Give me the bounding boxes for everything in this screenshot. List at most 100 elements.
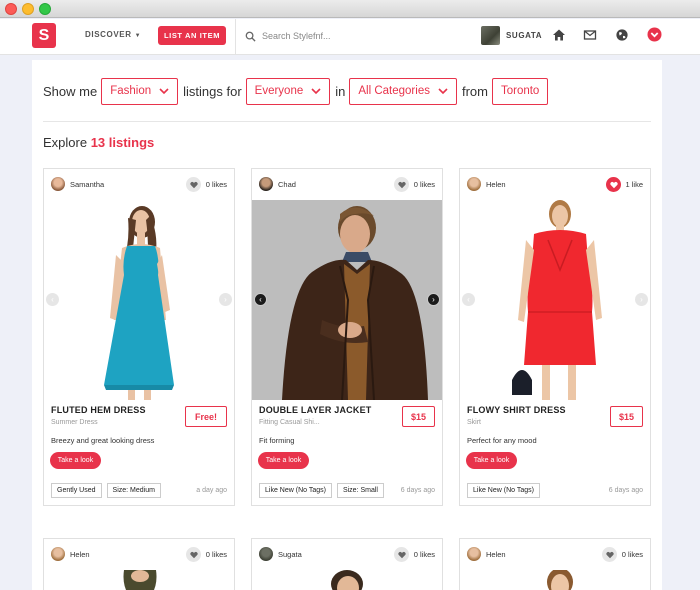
next-photo-button[interactable]: ›: [635, 293, 648, 306]
take-a-look-button[interactable]: Take a look: [466, 452, 517, 469]
seller-avatar[interactable]: [467, 177, 481, 191]
like-count: 0 likes: [621, 550, 643, 559]
condition-tag: Like New (No Tags): [467, 483, 540, 498]
like-button[interactable]: [394, 177, 409, 192]
listing-subtitle: Summer Dress: [51, 419, 98, 426]
like-button[interactable]: [602, 547, 617, 562]
heart-icon: [397, 551, 406, 558]
next-photo-button[interactable]: ›: [219, 293, 232, 306]
subcategory-filter-value: All Categories: [358, 85, 430, 97]
product-photo[interactable]: [252, 570, 442, 590]
product-photo[interactable]: ‹ ›: [460, 200, 650, 400]
listing-description: Perfect for any mood: [467, 436, 537, 445]
listing-subtitle: Fitting Casual Shi...: [259, 419, 320, 426]
close-window-button[interactable]: [5, 3, 17, 15]
listing-age: 6 days ago: [608, 487, 643, 494]
product-image: [331, 570, 363, 590]
listing-description: Breezy and great looking dress: [51, 436, 155, 445]
listing-card[interactable]: Sugata 0 likes: [251, 538, 443, 590]
product-photo[interactable]: ‹ ›: [44, 200, 234, 400]
seller-name[interactable]: Helen: [70, 550, 90, 559]
heart-icon: [189, 181, 198, 188]
leather-jacket-image: [252, 200, 442, 400]
like-button[interactable]: [394, 547, 409, 562]
listing-card[interactable]: Samantha 0 likes ‹ › FLUTED HEM DRESS Su…: [43, 168, 235, 506]
seller-avatar[interactable]: [51, 547, 65, 561]
heart-icon: [397, 181, 406, 188]
previous-photo-button[interactable]: ‹: [46, 293, 59, 306]
seller-avatar[interactable]: [51, 177, 65, 191]
user-avatar[interactable]: [481, 26, 500, 45]
previous-photo-button[interactable]: ‹: [462, 293, 475, 306]
seller-avatar[interactable]: [467, 547, 481, 561]
red-dress-image: [512, 200, 602, 400]
search-input[interactable]: [262, 28, 452, 44]
previous-photo-button[interactable]: ‹: [254, 293, 267, 306]
explore-prefix: Explore: [43, 135, 88, 150]
nav-divider: [235, 19, 236, 55]
condition-tag: Gently Used: [51, 483, 102, 498]
subcategory-filter[interactable]: All Categories: [349, 77, 457, 105]
tag-list: Like New (No Tags) Size: Small: [259, 483, 389, 498]
like-button[interactable]: [186, 547, 201, 562]
divider: [43, 121, 651, 122]
caret-down-icon: ▼: [134, 33, 142, 39]
zoom-window-button[interactable]: [39, 3, 51, 15]
listing-card[interactable]: Chad 0 likes ‹ › DOUBLE LAYER JACKET Fit…: [251, 168, 443, 506]
listing-card[interactable]: Helen 1 like ‹ › FLOWY SHIRT DRESS Skirt…: [459, 168, 651, 506]
like-count: 1 like: [625, 180, 643, 189]
seller-avatar[interactable]: [259, 547, 273, 561]
category-filter[interactable]: Fashion: [101, 77, 179, 105]
home-icon[interactable]: [552, 28, 566, 42]
listing-title[interactable]: DOUBLE LAYER JACKET: [259, 405, 371, 415]
heart-icon: [609, 181, 618, 188]
mail-icon[interactable]: [583, 28, 597, 42]
product-photo[interactable]: ‹ ›: [252, 200, 442, 400]
discover-label: DISCOVER: [85, 30, 132, 39]
minimize-window-button[interactable]: [22, 3, 34, 15]
take-a-look-button[interactable]: Take a look: [258, 452, 309, 469]
seller-name[interactable]: Helen: [486, 550, 506, 559]
app-logo[interactable]: S: [32, 23, 56, 48]
condition-tag: Like New (No Tags): [259, 483, 332, 498]
list-an-item-button[interactable]: LIST AN ITEM: [158, 26, 226, 45]
chevron-down-icon: [159, 87, 169, 94]
filter-text: from: [461, 83, 488, 99]
seller-name[interactable]: Samantha: [70, 180, 104, 189]
filter-text: in: [335, 83, 346, 99]
discover-menu[interactable]: DISCOVER ▼: [85, 30, 141, 39]
username[interactable]: SUGATA: [506, 31, 542, 40]
seller-avatar[interactable]: [259, 177, 273, 191]
like-button[interactable]: [606, 177, 621, 192]
heart-icon: [189, 551, 198, 558]
seller-name[interactable]: Chad: [278, 180, 296, 189]
price-badge: Free!: [185, 406, 227, 427]
next-photo-button[interactable]: ›: [427, 293, 440, 306]
tag-list: Like New (No Tags): [467, 483, 545, 498]
listing-title[interactable]: FLOWY SHIRT DRESS: [467, 405, 566, 415]
seller-name[interactable]: Sugata: [278, 550, 302, 559]
city-filter[interactable]: Toronto: [491, 77, 549, 105]
heart-icon: [605, 551, 614, 558]
like-count: 0 likes: [205, 180, 227, 189]
like-count: 0 likes: [413, 180, 435, 189]
globe-icon[interactable]: [615, 28, 629, 42]
card-header: Chad 0 likes: [252, 169, 442, 200]
audience-filter[interactable]: Everyone: [245, 77, 331, 105]
listing-title[interactable]: FLUTED HEM DRESS: [51, 405, 146, 415]
like-button[interactable]: [186, 177, 201, 192]
product-image: [123, 570, 157, 590]
listing-card[interactable]: Helen 0 likes: [43, 538, 235, 590]
size-tag: Size: Small: [336, 483, 384, 498]
size-tag: Size: Medium: [106, 483, 161, 498]
take-a-look-button[interactable]: Take a look: [50, 452, 101, 469]
product-photo[interactable]: [44, 570, 234, 590]
tag-list: Gently Used Size: Medium: [51, 483, 166, 498]
seller-name[interactable]: Helen: [486, 180, 506, 189]
menu-chevron-icon[interactable]: [647, 27, 662, 42]
product-photo[interactable]: [460, 570, 650, 590]
chevron-down-icon: [311, 87, 321, 94]
listing-card[interactable]: Helen 0 likes: [459, 538, 651, 590]
like-count: 0 likes: [413, 550, 435, 559]
card-header: Helen 0 likes: [460, 539, 650, 570]
